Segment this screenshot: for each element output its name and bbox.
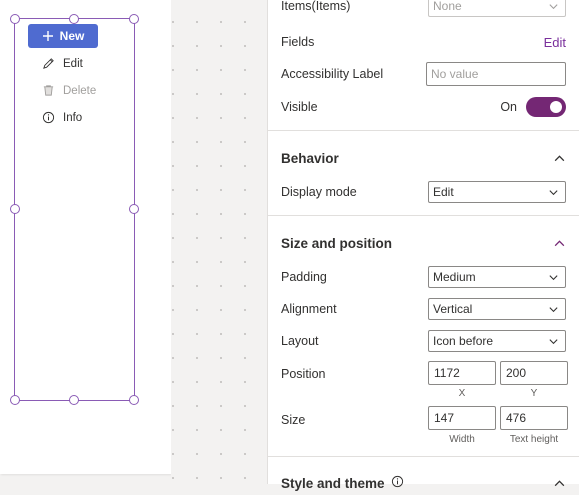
padding-dropdown[interactable]: Medium [428,266,566,288]
layout-value: Icon before [433,334,494,348]
size-height-caption: Text height [509,434,559,445]
resize-handle-middle-right[interactable] [129,204,139,214]
position-x-value: 1172 [434,366,460,380]
plus-icon [42,31,53,41]
chevron-down-icon [549,338,558,344]
section-divider [268,215,579,216]
behavior-section-header[interactable]: Behavior [281,146,566,170]
items-row: Items(Items) None [281,0,566,18]
layout-label: Layout [281,334,319,348]
accessibility-label: Accessibility Label [281,67,384,81]
style-theme-title: Style and theme [281,475,385,491]
delete-button-label: Delete [63,84,97,97]
chevron-up-icon [554,154,565,161]
size-height-value: 476 [506,411,527,425]
visible-label: Visible [281,100,318,114]
position-y-caption: Y [530,388,538,399]
chevron-down-icon [549,189,558,195]
accessibility-row: Accessibility Label [281,62,566,86]
behavior-title: Behavior [281,150,339,166]
info-button[interactable]: Info [42,111,82,124]
resize-handle-bottom-left[interactable] [10,395,20,405]
edit-button-label: Edit [63,57,83,70]
properties-pane: Items(Items) None Fields Edit Accessibil… [267,0,579,491]
size-position-title: Size and position [281,235,393,251]
info-icon [42,111,55,124]
canvas-grid-background [171,0,266,484]
trash-icon [43,85,54,96]
new-button[interactable]: New [28,24,98,48]
resize-handle-middle-left[interactable] [10,204,20,214]
chevron-down-icon [549,274,558,280]
pencil-icon [43,58,54,69]
items-dropdown[interactable]: None [428,0,566,17]
position-label: Position [281,367,326,381]
style-theme-section-header[interactable]: Style and theme [281,471,566,495]
chevron-up-icon [554,239,565,246]
info-button-label: Info [63,111,83,124]
chevron-down-icon [549,306,558,312]
size-height-input[interactable]: 476 [500,406,568,430]
resize-handle-top-right[interactable] [129,14,139,24]
alignment-value: Vertical [433,302,473,316]
fields-row: Fields Edit [281,30,566,54]
display-mode-dropdown[interactable]: Edit [428,181,566,203]
info-icon[interactable] [391,475,404,488]
layout-dropdown[interactable]: Icon before [428,330,566,352]
chevron-up-icon [554,479,565,486]
size-width-caption: Width [449,434,475,445]
alignment-row: Alignment Vertical [281,297,566,321]
resize-handle-top-left[interactable] [10,14,20,24]
resize-handle-bottom-right[interactable] [129,395,139,405]
visible-row: Visible On [281,95,566,119]
screen-canvas: New Edit Delete Info [0,0,171,474]
edit-button[interactable]: Edit [42,57,83,70]
position-x-caption: X [458,388,466,399]
alignment-dropdown[interactable]: Vertical [428,298,566,320]
position-x-input[interactable]: 1172 [428,361,496,385]
resize-handle-bottom-middle[interactable] [69,395,79,405]
layout-row: Layout Icon before [281,329,566,353]
items-value: None [433,0,462,13]
fields-edit-link[interactable]: Edit [544,35,566,50]
fields-label: Fields [281,35,315,49]
size-width-value: 147 [434,411,455,425]
alignment-label: Alignment [281,302,337,316]
visible-toggle[interactable] [526,97,566,117]
position-y-value: 200 [506,366,527,380]
visible-state: On [500,100,517,114]
position-y-input[interactable]: 200 [500,361,568,385]
section-divider [268,130,579,131]
padding-value: Medium [433,270,476,284]
size-label: Size [281,413,306,427]
display-mode-label: Display mode [281,185,357,199]
new-button-label: New [59,29,85,43]
delete-button[interactable]: Delete [42,84,96,97]
items-label: Items(Items) [281,0,351,13]
display-mode-value: Edit [433,185,454,199]
padding-row: Padding Medium [281,265,566,289]
size-width-input[interactable]: 147 [428,406,496,430]
size-position-section-header[interactable]: Size and position [281,231,566,255]
accessibility-label-input[interactable] [426,62,566,86]
resize-handle-top-middle[interactable] [69,14,79,24]
display-mode-row: Display mode Edit [281,180,566,204]
chevron-down-icon [549,3,558,9]
selected-control-frame[interactable] [14,18,135,401]
padding-label: Padding [281,270,327,284]
section-divider [268,456,579,457]
